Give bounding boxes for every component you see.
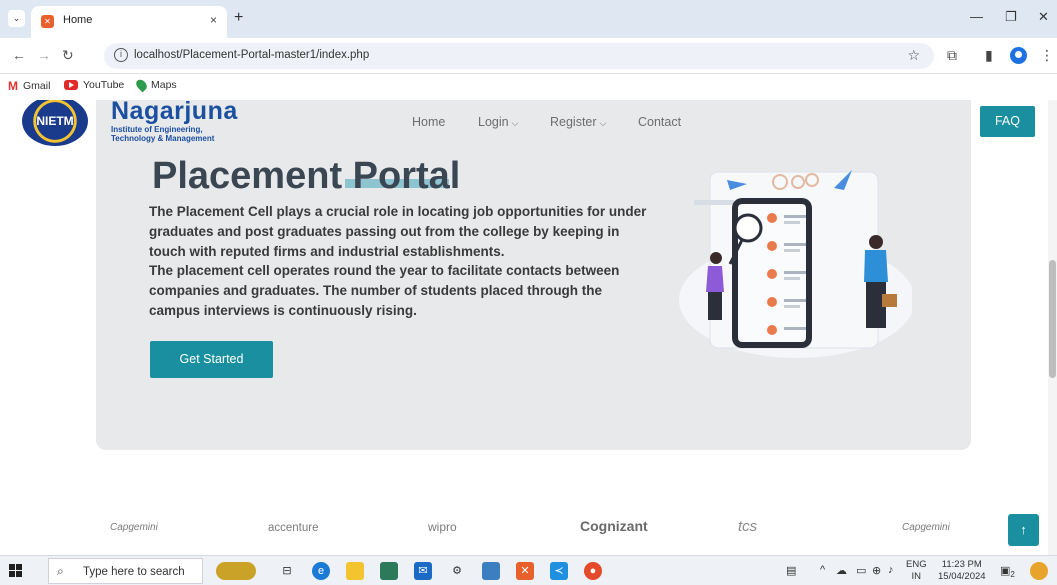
notification-count: 2 [1010, 570, 1015, 580]
browser-tab[interactable]: ✕ Home × [31, 6, 227, 38]
partner-logo: Cognizant [580, 518, 648, 534]
language-indicator[interactable]: ENG IN [906, 559, 927, 583]
page-viewport: NIETM Nagarjuna Institute of Engineering… [0, 100, 1057, 555]
mail-icon[interactable]: ✉ [414, 562, 432, 580]
store-icon[interactable] [380, 562, 398, 580]
browser-tabstrip: ⌄ ✕ Home × + — ❐ ✕ [0, 0, 1057, 38]
minimize-icon[interactable]: — [970, 9, 983, 24]
clock-date: 15/04/2024 [938, 571, 986, 582]
hero-paragraph: The placement cell operates round the ye… [149, 263, 620, 318]
address-url[interactable]: localhost/Placement-Portal-master1/index… [134, 49, 369, 61]
brand-name[interactable]: Nagarjuna [111, 100, 238, 126]
brand-subtitle-line: Institute of Engineering, [111, 125, 203, 134]
tab-close-icon[interactable]: × [210, 13, 217, 27]
brand-subtitle-line: Technology & Management [111, 134, 215, 143]
page-scrollbar[interactable] [1048, 100, 1057, 555]
bookmark-youtube[interactable]: YouTube [64, 79, 124, 91]
back-to-top-button[interactable]: ↑ [1008, 514, 1039, 546]
nav-register-label: Register [550, 115, 597, 129]
partner-logo: Capgemini [902, 522, 950, 533]
taskbar-search-placeholder: Type here to search [83, 566, 185, 578]
gmail-icon: M [8, 79, 18, 93]
hero-paragraph: The Placement Cell plays a crucial role … [149, 204, 647, 259]
bookmark-maps[interactable]: Maps [134, 77, 177, 93]
maps-icon [134, 77, 149, 93]
extensions-icon[interactable]: ⧉ [947, 47, 957, 64]
widgets-icon[interactable] [216, 562, 256, 580]
file-explorer-icon[interactable] [346, 562, 364, 580]
nav-home[interactable]: Home [412, 115, 445, 129]
onedrive-icon[interactable]: ☁ [836, 564, 847, 577]
page-title: Placement Portal [152, 155, 461, 197]
nav-register[interactable]: Register ⌵ [550, 115, 606, 129]
edge-icon[interactable]: e [312, 562, 330, 580]
lang-region: IN [911, 571, 922, 582]
profile-avatar-icon[interactable] [1010, 47, 1027, 64]
chevron-down-icon: ⌵ [511, 118, 519, 128]
bookmark-label: YouTube [83, 79, 125, 91]
back-icon[interactable]: ← [12, 47, 26, 63]
browser-menu-icon[interactable]: ⋮ [1040, 47, 1054, 64]
address-bar[interactable]: i localhost/Placement-Portal-master1/ind… [104, 43, 934, 69]
reload-icon[interactable]: ↻ [62, 47, 74, 64]
chevron-down-icon: ⌵ [599, 118, 607, 128]
task-view-icon[interactable]: ⊟ [278, 562, 296, 580]
nav-login[interactable]: Login ⌵ [478, 115, 518, 129]
partner-logo: Capgemini [110, 522, 158, 533]
get-started-button[interactable]: Get Started [150, 341, 273, 378]
keyboard-icon[interactable]: ▤ [786, 564, 796, 577]
new-tab-icon[interactable]: + [234, 9, 243, 27]
search-icon: ⌕ [57, 564, 64, 578]
scrollbar-thumb[interactable] [1049, 260, 1056, 378]
nav-login-label: Login [478, 115, 509, 129]
browser-toolbar: ← → ↻ i localhost/Placement-Portal-maste… [0, 38, 1057, 74]
chrome-icon[interactable]: ● [584, 562, 602, 580]
bookmark-star-icon[interactable]: ☆ [907, 47, 920, 64]
volume-icon[interactable]: ♪ [888, 564, 894, 576]
partner-logo: tcs [738, 518, 758, 535]
notepad-icon[interactable] [482, 562, 500, 580]
college-logo[interactable]: NIETM [22, 100, 88, 146]
partner-logo: accenture [268, 522, 319, 534]
taskbar: ⌕ Type here to search ⊟ e ✉ ⚙ ✕ ≺ ● ▤ ^ … [0, 555, 1057, 585]
lang-code: ENG [906, 559, 927, 570]
site-info-icon[interactable]: i [114, 48, 128, 62]
clock-time: 11:23 PM [941, 559, 982, 570]
settings-gear-icon[interactable]: ⚙ [448, 562, 466, 580]
xampp-icon[interactable]: ✕ [516, 562, 534, 580]
partner-logo: wipro [428, 520, 457, 534]
brand-subtitle: Institute of Engineering, Technology & M… [111, 125, 214, 143]
battery-icon[interactable]: ▭ [856, 564, 866, 577]
notifications-icon[interactable]: ▣2 [1000, 564, 1015, 579]
bookmark-label: Maps [151, 79, 177, 91]
bookmark-gmail[interactable]: M Gmail [8, 79, 50, 93]
hero-illustration [679, 170, 912, 358]
tab-search-icon[interactable]: ⌄ [8, 10, 25, 27]
bookmarks-bar: M Gmail YouTube Maps [0, 74, 1057, 100]
youtube-icon [64, 80, 78, 90]
network-icon[interactable]: ⊕ [872, 564, 881, 577]
nav-contact[interactable]: Contact [638, 115, 681, 129]
side-panel-icon[interactable]: ▮ [985, 47, 993, 64]
forward-icon[interactable]: → [37, 47, 51, 63]
hero-description: The Placement Cell plays a crucial role … [149, 202, 649, 321]
window-close-icon[interactable]: ✕ [1038, 9, 1049, 25]
site-header: NIETM Nagarjuna Institute of Engineering… [0, 100, 1048, 146]
bookmark-label: Gmail [23, 80, 51, 92]
tab-favicon-icon: ✕ [41, 15, 54, 28]
taskbar-search[interactable]: ⌕ Type here to search [48, 558, 203, 584]
weather-icon[interactable] [1030, 562, 1048, 580]
chevron-up-icon[interactable]: ^ [820, 564, 825, 576]
faq-button[interactable]: FAQ [980, 106, 1035, 137]
vscode-icon[interactable]: ≺ [550, 562, 568, 580]
windows-start-icon[interactable] [9, 564, 23, 578]
system-clock[interactable]: 11:23 PM 15/04/2024 [938, 559, 986, 583]
tab-title: Home [63, 14, 93, 26]
restore-icon[interactable]: ❐ [1005, 9, 1017, 25]
